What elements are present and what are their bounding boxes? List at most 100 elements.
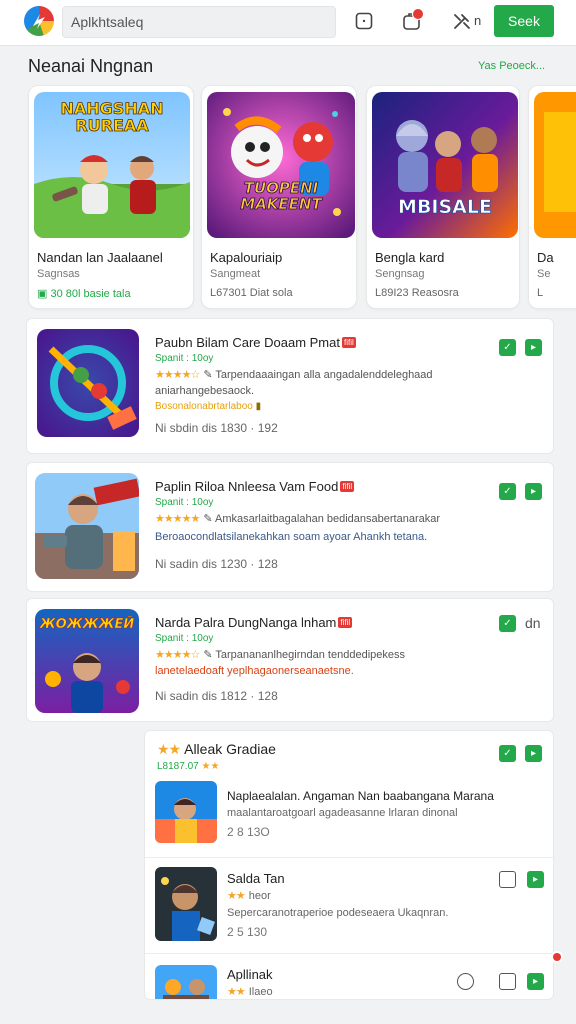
pen-icon: ✎ bbox=[203, 649, 216, 661]
game-title: Paplin Riloa Nnleesa Vam Food fifil bbox=[155, 479, 355, 494]
seek-button[interactable]: Seek bbox=[494, 5, 554, 37]
see-all-link[interactable]: Yas Peoeck... bbox=[478, 60, 545, 72]
open-icon[interactable]: ▸ bbox=[527, 871, 544, 888]
open-icon[interactable]: ▸ bbox=[525, 339, 542, 356]
rating-row: ★★★★☆ ✎ Tarpendaaaingan alla angadalendde… bbox=[155, 369, 433, 381]
floating-badge[interactable] bbox=[551, 951, 563, 963]
game-thumbnail bbox=[155, 965, 217, 999]
bookmark-icon: ▮ bbox=[255, 401, 262, 412]
game-logo-text: MBISALE bbox=[398, 196, 493, 219]
open-icon[interactable]: ▸ bbox=[527, 973, 544, 990]
game-thumbnail bbox=[37, 329, 139, 437]
featured-card[interactable]: MBISALE Bengla kard Sengnsag L89I23 Reas… bbox=[366, 85, 520, 309]
divider bbox=[145, 953, 555, 954]
notification-badge bbox=[412, 8, 424, 20]
card-subtitle: Sangmeat bbox=[210, 268, 261, 280]
card-subtitle: Sengnsag bbox=[375, 268, 425, 280]
open-icon[interactable]: ▸ bbox=[525, 483, 542, 500]
game-thumbnail: NAHGSHAN RUREAA bbox=[34, 92, 190, 238]
pen-icon: ✎ bbox=[203, 369, 216, 381]
rating-row: ★★★★★ ✎ Amkasarlaitbagalahan bedidansaber… bbox=[155, 513, 441, 525]
star-rating: ★★★★☆ bbox=[155, 649, 200, 661]
game-note: Bosonalonabrtarlaboo ▮ bbox=[155, 401, 262, 412]
game-thumbnail: ЖОЖЖЖЕЙ bbox=[35, 609, 139, 713]
game-title: Paubn Bilam Care Doaam Pmat fifil bbox=[155, 335, 356, 350]
item-title: Apllinak bbox=[227, 967, 273, 982]
search-input[interactable]: Aplkhtsaleq bbox=[62, 6, 336, 38]
share-icon[interactable] bbox=[499, 871, 516, 888]
game-logo-text: ЖОЖЖЖЕЙ bbox=[39, 617, 135, 633]
app-logo-icon[interactable] bbox=[24, 6, 54, 36]
card-title: Kapalouriaip bbox=[210, 250, 283, 265]
game-thumbnail: TUOPENI MAKEENT bbox=[207, 92, 355, 238]
game-subtitle: Spanit : 10oy bbox=[155, 353, 214, 364]
open-icon[interactable]: ▸ bbox=[525, 745, 542, 762]
star-rating: ★★★★☆ bbox=[155, 369, 200, 381]
item-title: Naplaealalan. Angaman Nan baabangana Mar… bbox=[227, 789, 494, 803]
install-icon[interactable]: ✓ bbox=[499, 483, 516, 500]
app-header: Aplkhtsaleq n Seek bbox=[0, 0, 576, 46]
game-subtitle: Spanit : 10oy bbox=[155, 497, 214, 508]
game-thumbnail bbox=[155, 781, 217, 843]
card-subtitle: Se bbox=[537, 268, 551, 280]
game-logo-text: TUOPENI MAKEENT bbox=[240, 179, 322, 213]
game-thumbnail bbox=[155, 867, 217, 941]
card-meta: L bbox=[537, 287, 544, 299]
share-icon[interactable] bbox=[499, 973, 516, 990]
card-meta: L67301 Diat sola bbox=[210, 287, 293, 299]
square-icon[interactable] bbox=[354, 11, 374, 31]
star-rating: ★★ bbox=[227, 890, 246, 902]
game-thumbnail bbox=[534, 92, 576, 238]
more-button[interactable]: dn bbox=[525, 615, 541, 631]
panel-list-item[interactable]: Naplaealalan. Angaman Nan baabangana Mar… bbox=[145, 781, 555, 851]
game-meta: Ni sadin dis 1230 · 128 bbox=[155, 557, 278, 571]
bell-icon[interactable] bbox=[402, 8, 424, 31]
item-description: maalantaroatgoarl agadeasanne lrlaran di… bbox=[227, 807, 458, 819]
game-logo-text: NAHGSHAN RUREAA bbox=[60, 99, 164, 135]
panel-list-item[interactable]: Salda Tan ★★ heor Sepercaranotraperioe po… bbox=[145, 867, 555, 943]
item-rating: ★★ Ilaeo bbox=[227, 986, 273, 998]
item-rating: ★★ heor bbox=[227, 890, 271, 902]
tools-icon[interactable] bbox=[452, 11, 472, 31]
item-meta: 2 8 13O bbox=[227, 825, 270, 839]
tag-badge: fifil bbox=[341, 337, 356, 348]
game-list-item[interactable]: ЖОЖЖЖЕЙ Narda Palra DungNanga lnham fifil… bbox=[26, 598, 554, 722]
featured-card[interactable]: TUOPENI MAKEENT Kapalouriaip Sangmeat L6… bbox=[201, 85, 357, 309]
tag-badge: fifil bbox=[338, 617, 353, 628]
star-rating: ★★ bbox=[227, 986, 246, 998]
rating-row: ★★★★☆ ✎ Tarpanananlhegirndan tenddedipeke… bbox=[155, 649, 405, 661]
game-subtitle: Spanit : 10oy bbox=[155, 633, 214, 644]
install-icon[interactable]: ✓ bbox=[499, 745, 516, 762]
featured-card[interactable]: NAHGSHAN RUREAA Nandan lan Jaalaanel Sag… bbox=[28, 85, 194, 309]
game-list-item[interactable]: Paubn Bilam Care Doaam Pmat fifil Spanit … bbox=[26, 318, 554, 454]
item-title: Salda Tan bbox=[227, 871, 285, 886]
card-title: Bengla kard bbox=[375, 250, 445, 265]
search-icon[interactable] bbox=[457, 973, 474, 990]
star-rating: ★★★★★ bbox=[155, 513, 200, 525]
card-title: Da bbox=[537, 250, 554, 265]
panel-list-item[interactable]: Apllinak ★★ Ilaeo ▸ bbox=[145, 963, 555, 999]
install-icon[interactable]: ✓ bbox=[499, 615, 516, 632]
grid-icon: ▣ bbox=[37, 288, 51, 300]
divider bbox=[145, 857, 555, 858]
install-icon[interactable]: ✓ bbox=[499, 339, 516, 356]
game-meta: Ni sadin dis 1812 · 128 bbox=[155, 689, 278, 703]
game-thumbnail bbox=[35, 473, 139, 579]
game-meta: Ni sbdin dis 1830 · 192 bbox=[155, 421, 278, 435]
panel-subtitle: L8187.07 ★★ bbox=[157, 761, 220, 772]
tag-badge: fifil bbox=[340, 481, 355, 492]
related-panel: ★★ Alleak Gradiae L8187.07 ★★ ✓ ▸ Naplaea… bbox=[144, 730, 555, 1000]
game-description: aniarhangebesaock. bbox=[155, 385, 255, 397]
game-list-item[interactable]: Paplin Riloa Nnleesa Vam Food fifil Spani… bbox=[26, 462, 554, 592]
card-meta: L89I23 Reasosra bbox=[375, 287, 459, 299]
featured-card[interactable]: Da Se L bbox=[528, 85, 576, 309]
item-description: Sepercaranotraperioe podeseaera Ukaqnran… bbox=[227, 907, 449, 919]
tools-label: n bbox=[474, 13, 482, 28]
card-title: Nandan lan Jaalaanel bbox=[37, 250, 163, 265]
game-description: lanetelaedoaft yeplhagaonerseanaetsne. bbox=[155, 665, 354, 677]
game-title: Narda Palra DungNanga lnham fifil bbox=[155, 615, 353, 630]
card-meta: ▣ 30 80l basie tala bbox=[37, 288, 131, 300]
card-subtitle: Sagnsas bbox=[37, 268, 80, 280]
item-meta: 2 5 130 bbox=[227, 925, 268, 939]
star-rating: ★★ bbox=[157, 741, 181, 757]
